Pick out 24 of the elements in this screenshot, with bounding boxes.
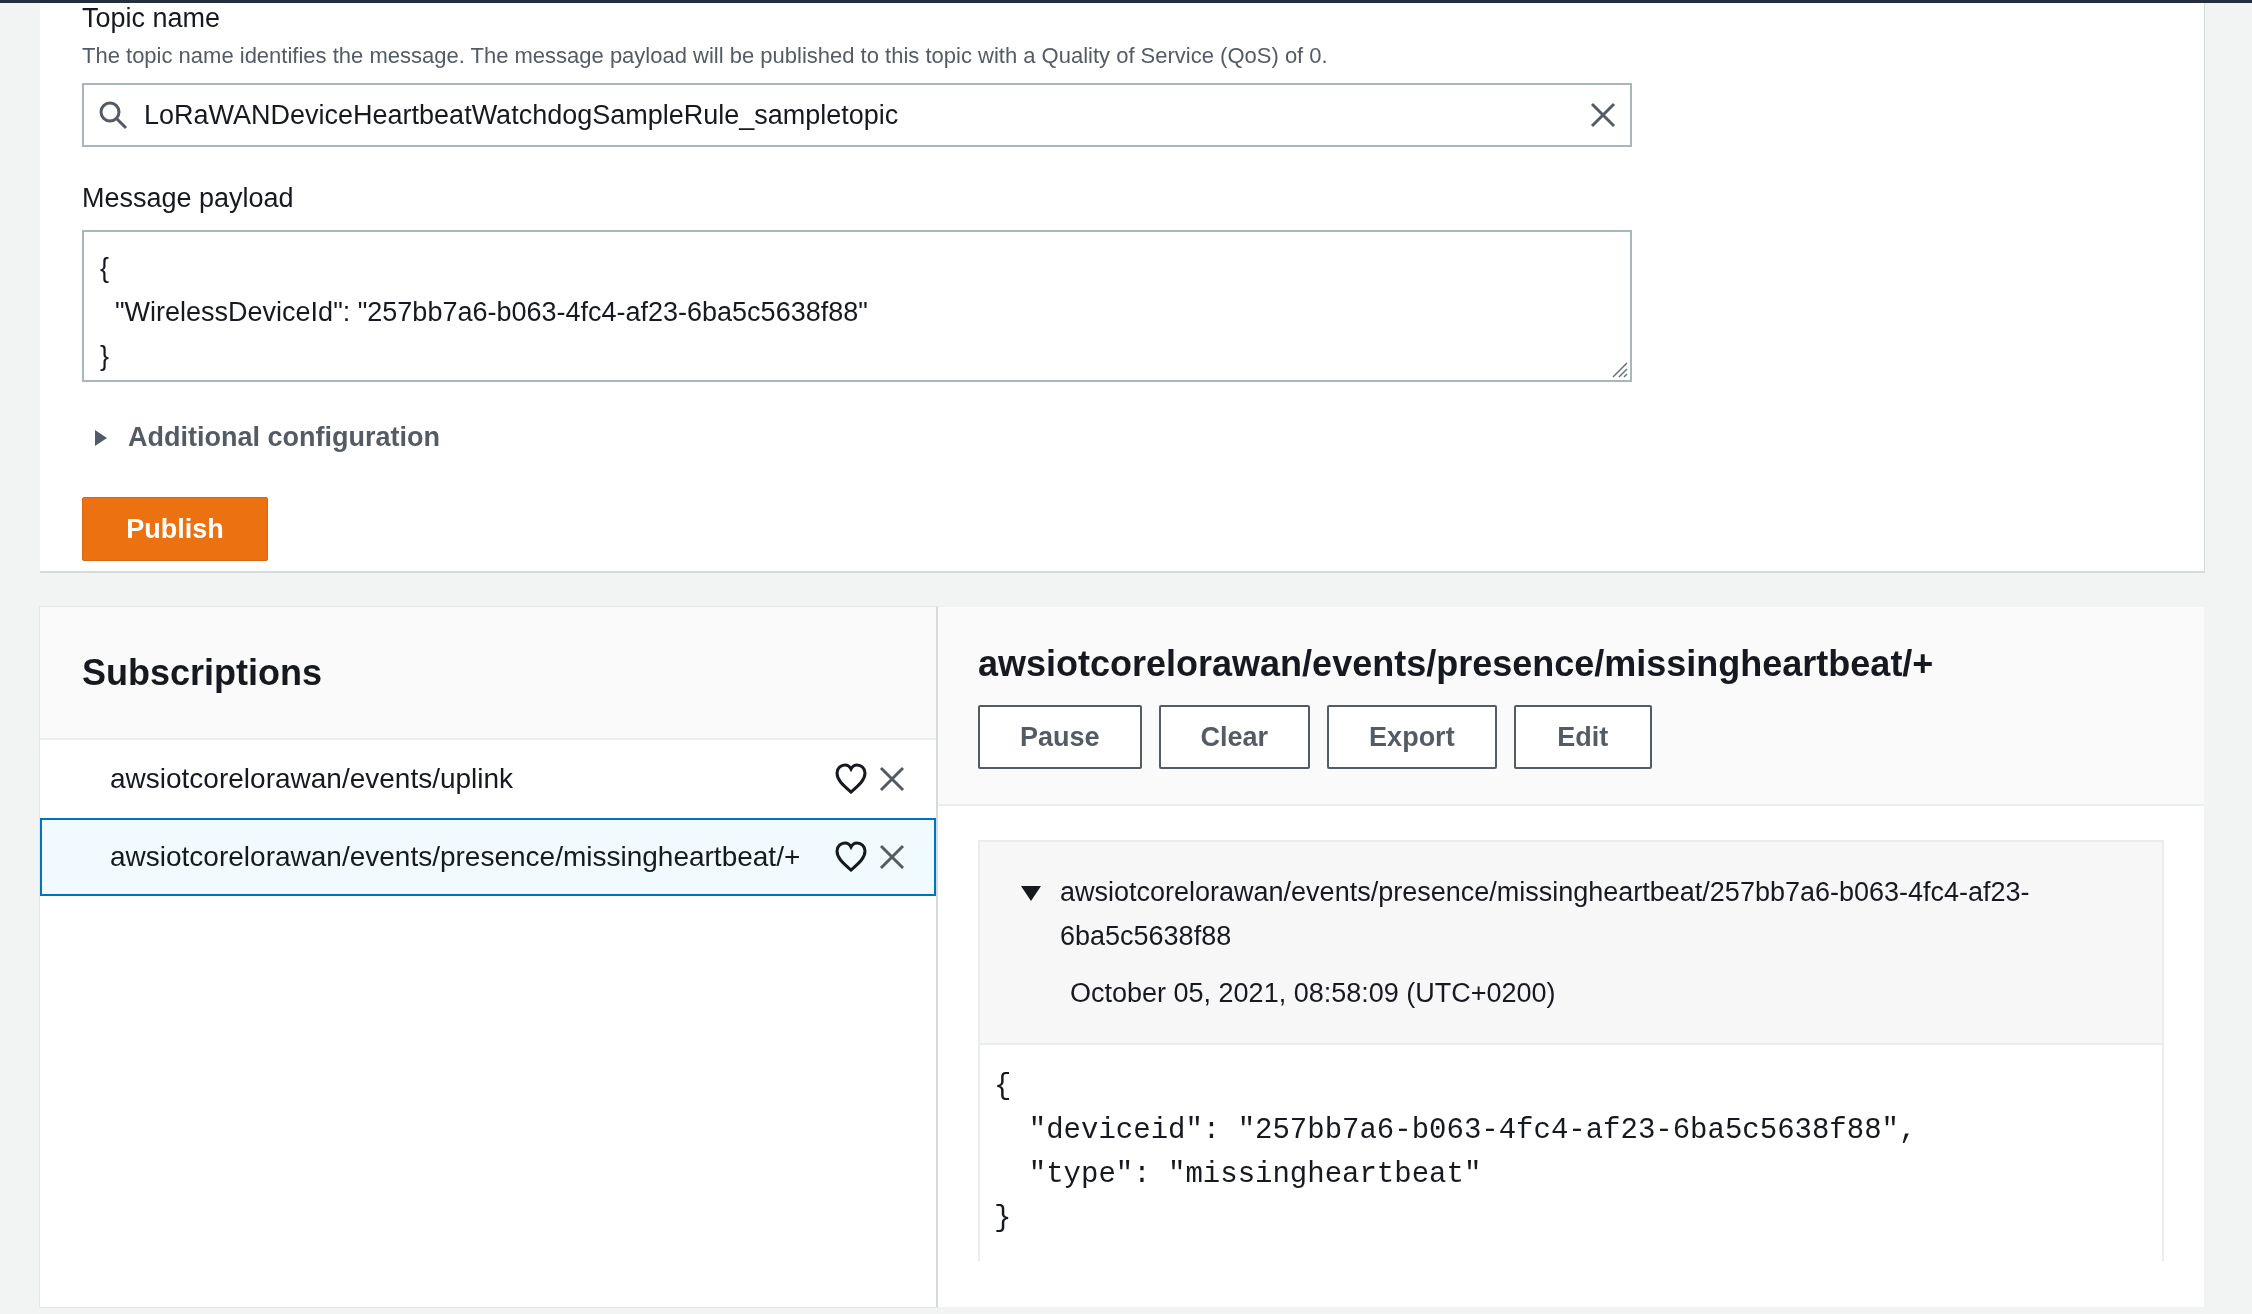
- message-topic: awsiotcorelorawan/events/presence/missingheartbeat/257bb7a6-b063-4fc4-af23-6ba5c5638f88: [1060, 876, 2031, 953]
- panel-title: awsiotcorelorawan/events/presence/missingheartbeat/+: [978, 643, 1935, 685]
- field-label: Topic name: [82, 3, 222, 33]
- clear-icon[interactable]: [1590, 102, 1616, 128]
- caret-down-icon[interactable]: [1020, 884, 1042, 902]
- field-hint: The topic name identifies the message. The message payload will be published to this topic with a Quality of Service (QoS) of 0.: [82, 43, 1329, 69]
- search-icon: [98, 100, 128, 130]
- payload-field[interactable]: { "WirelessDeviceId": "257bb7a6-b063-4fc4-af23-6ba5c5638f88" }: [82, 230, 1632, 382]
- toolbar-button[interactable]: Clear: [1158, 705, 1311, 769]
- subscription-item[interactable]: awsiotcorelorawan/events/uplink: [40, 740, 936, 818]
- resize-grip-icon: [1610, 360, 1628, 378]
- message-timestamp: October 05, 2021, 08:58:09 (UTC+0200): [1070, 978, 1557, 1009]
- close-icon[interactable]: [878, 765, 906, 793]
- panel-title: Subscriptions: [82, 651, 323, 694]
- topic-input-field[interactable]: LoRaWANDeviceHeartbeatWatchdogSampleRule_sampletopic: [82, 83, 1632, 147]
- toolbar-button[interactable]: Pause: [978, 705, 1142, 769]
- heart-icon[interactable]: [834, 841, 868, 873]
- close-icon[interactable]: [878, 843, 906, 871]
- toolbar-button[interactable]: Export: [1327, 705, 1497, 769]
- heart-icon[interactable]: [834, 763, 868, 795]
- toolbar-button[interactable]: Edit: [1513, 705, 1652, 769]
- subscription-item[interactable]: awsiotcorelorawan/events/presence/missingheartbeat/+: [40, 818, 936, 896]
- expander-toggle[interactable]: Additional configuration: [92, 422, 440, 453]
- field-label: Message payload: [82, 183, 295, 214]
